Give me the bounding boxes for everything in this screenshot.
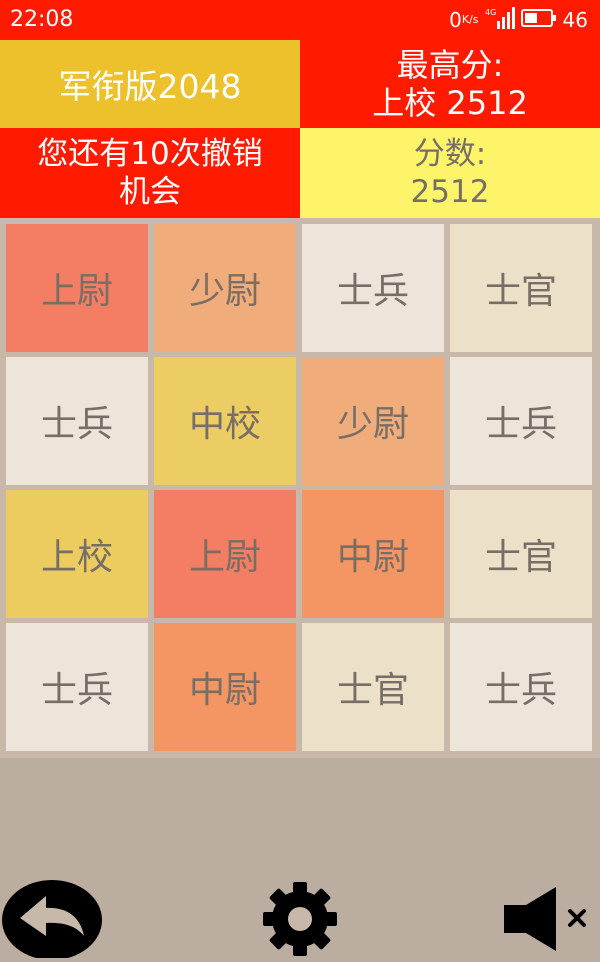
network-type-label: 4G <box>485 8 496 17</box>
undo-arrow-icon <box>0 874 104 962</box>
score-label: 分数: <box>413 136 487 172</box>
tile: 上尉 <box>154 490 296 618</box>
tile: 士兵 <box>450 357 592 485</box>
status-time: 22:08 <box>10 7 74 32</box>
gear-icon <box>252 881 348 961</box>
tile-label: 士兵 <box>484 404 557 445</box>
signal-icon: 4G <box>485 6 515 34</box>
undo-remaining-panel: 您还有10次撤销 机会 <box>0 128 300 218</box>
tile-label: 士兵 <box>484 670 557 711</box>
network-speed-unit: K/s <box>461 13 479 26</box>
tile: 士兵 <box>6 357 148 485</box>
score-panel: 分数: 2512 <box>300 128 600 218</box>
undo-remaining-line2: 机会 <box>119 174 181 210</box>
tile-label: 士官 <box>336 670 409 711</box>
tile: 士官 <box>450 490 592 618</box>
game-title: 军衔版2048 <box>58 67 242 106</box>
tile-label: 少尉 <box>336 404 409 445</box>
tile-label: 士官 <box>484 271 557 312</box>
tile-label: 士兵 <box>40 404 113 445</box>
tile: 上尉 <box>6 224 148 352</box>
speaker-muted-icon <box>498 883 598 959</box>
tile-label: 中尉 <box>188 670 261 711</box>
game-board[interactable]: 上尉 少尉 士兵 士官 士兵 中校 少尉 士兵 上校 上尉 中尉 士官 士兵 中… <box>0 218 600 758</box>
tile: 上校 <box>6 490 148 618</box>
tile: 士官 <box>302 623 444 751</box>
best-score-panel: 最高分: 上校 2512 <box>300 40 600 128</box>
battery-icon <box>520 8 557 33</box>
score-value: 2512 <box>410 174 490 210</box>
tile: 中校 <box>154 357 296 485</box>
tile-label: 中尉 <box>336 537 409 578</box>
tile-label: 少尉 <box>188 271 261 312</box>
tile-label: 士官 <box>484 537 557 578</box>
status-bar: 22:08 0K/s 4G 46 <box>0 0 600 40</box>
tile: 少尉 <box>302 357 444 485</box>
tile-label: 上尉 <box>40 271 113 312</box>
network-speed-value: 0 <box>449 8 462 32</box>
tile-label: 上校 <box>40 537 113 578</box>
tile-label: 中校 <box>188 404 261 445</box>
settings-button[interactable] <box>248 882 352 960</box>
tile-label: 士兵 <box>336 271 409 312</box>
undo-button[interactable] <box>0 876 104 960</box>
battery-level: 46 <box>562 8 588 32</box>
tile: 士兵 <box>302 224 444 352</box>
game-title-panel: 军衔版2048 <box>0 40 300 128</box>
tile-label: 上尉 <box>188 537 261 578</box>
status-indicators: 0K/s 4G 46 <box>449 6 588 34</box>
tile: 士兵 <box>450 623 592 751</box>
sound-toggle-button[interactable] <box>496 882 600 960</box>
network-speed: 0K/s <box>449 6 478 34</box>
undo-remaining-line1: 您还有10次撤销 <box>37 136 263 172</box>
tile: 中尉 <box>302 490 444 618</box>
tile: 少尉 <box>154 224 296 352</box>
best-score-label: 最高分: <box>396 46 504 84</box>
best-score-value: 上校 2512 <box>372 84 528 122</box>
tile-label: 士兵 <box>40 670 113 711</box>
tile: 士兵 <box>6 623 148 751</box>
tile: 士官 <box>450 224 592 352</box>
tile: 中尉 <box>154 623 296 751</box>
bottom-controls <box>0 860 600 960</box>
